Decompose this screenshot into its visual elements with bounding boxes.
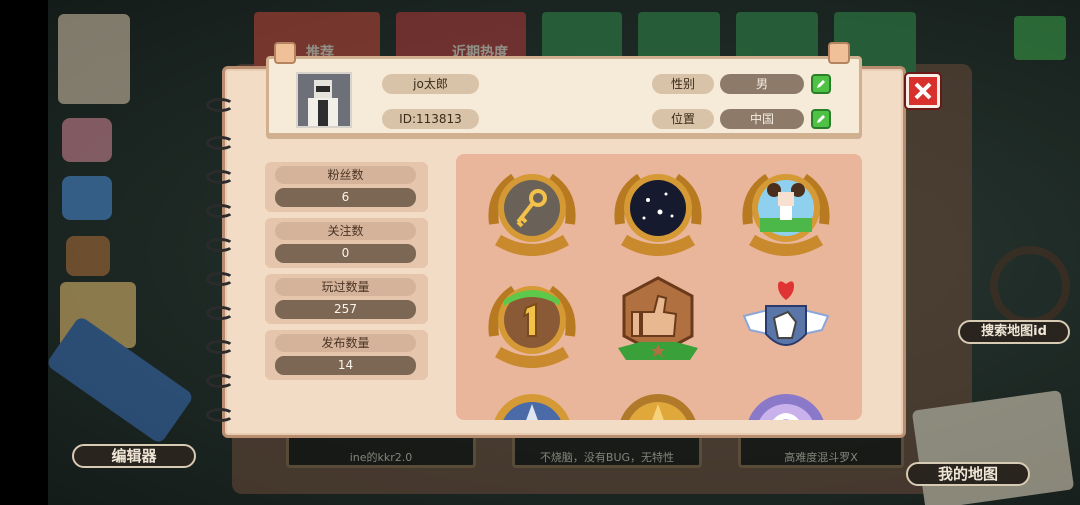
- purple-badge-icon[interactable]: [738, 386, 834, 420]
- location-value: 中国: [720, 109, 804, 129]
- pencil-edit-icon: [817, 115, 825, 123]
- avatar-figure-icon: [298, 74, 350, 126]
- ring-icon: [206, 272, 234, 286]
- girl-character-badge-icon[interactable]: [738, 164, 834, 260]
- stat-published: 发布数量 14: [265, 330, 428, 380]
- edit-location-button[interactable]: [811, 109, 831, 129]
- ring-icon: [206, 408, 234, 422]
- clip-icon: [828, 42, 850, 64]
- winged-heart-hand-badge-icon[interactable]: [738, 272, 834, 368]
- blue-star-badge-icon[interactable]: [484, 386, 580, 420]
- ring-icon: [206, 170, 234, 184]
- profile-avatar-icon[interactable]: [58, 14, 130, 104]
- stat-value: 6: [275, 188, 416, 207]
- stat-value: 0: [275, 244, 416, 263]
- username: jo太郎: [382, 74, 479, 94]
- my-map-button[interactable]: 我的地图: [906, 462, 1030, 486]
- gender-value: 男: [720, 74, 804, 94]
- number-one-badge-icon[interactable]: [484, 276, 580, 372]
- editor-button[interactable]: 编辑器: [72, 444, 196, 468]
- stat-followers: 粉丝数 6: [265, 162, 428, 212]
- ring-icon: [206, 136, 234, 150]
- stat-value: 14: [275, 356, 416, 375]
- stat-played: 玩过数量 257: [265, 274, 428, 324]
- close-icon: [914, 82, 932, 100]
- stat-label: 发布数量: [275, 334, 416, 352]
- notebook-icon: [911, 390, 1075, 505]
- golden-key-badge-icon[interactable]: [484, 164, 580, 260]
- stat-label: 粉丝数: [275, 166, 416, 184]
- chest-icon[interactable]: [66, 236, 110, 276]
- ring-icon: [206, 374, 234, 388]
- back-arrow-icon[interactable]: [1014, 16, 1066, 60]
- ring-icon: [206, 98, 234, 112]
- user-id: ID:113813: [382, 109, 479, 129]
- close-button[interactable]: [906, 74, 940, 108]
- ring-icon: [206, 238, 234, 252]
- ring-icon: [206, 306, 234, 320]
- clip-icon: [274, 42, 296, 64]
- stat-following: 关注数 0: [265, 218, 428, 268]
- edit-gender-button[interactable]: [811, 74, 831, 94]
- character-icon[interactable]: [62, 118, 112, 162]
- starry-night-badge-icon[interactable]: [610, 164, 706, 260]
- magnifier-icon[interactable]: [990, 246, 1070, 326]
- search-map-id-button[interactable]: 搜索地图id: [958, 320, 1070, 344]
- gender-label: 性别: [652, 74, 714, 94]
- gold-star-badge-icon[interactable]: [610, 386, 706, 420]
- badge-panel: [456, 154, 862, 420]
- location-label: 位置: [652, 109, 714, 129]
- stat-value: 257: [275, 300, 416, 319]
- stat-label: 关注数: [275, 222, 416, 240]
- stat-label: 玩过数量: [275, 278, 416, 296]
- pencil-edit-icon: [817, 80, 825, 88]
- thumbs-up-badge-icon[interactable]: [610, 272, 706, 368]
- ring-icon: [206, 340, 234, 354]
- avatar[interactable]: [296, 72, 352, 128]
- megaphone-icon[interactable]: [62, 176, 112, 220]
- ring-icon: [206, 204, 234, 218]
